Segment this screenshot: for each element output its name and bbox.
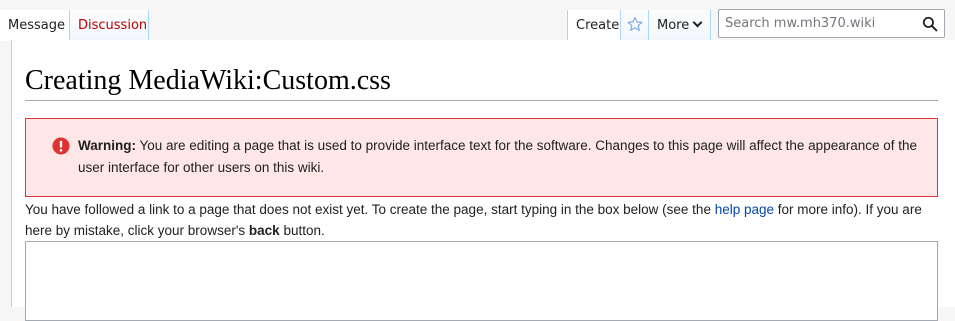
search-box [718,9,945,38]
star-icon [627,16,642,31]
magnifier-icon [922,16,938,31]
warning-text: Warning: You are editing a page that is … [78,135,918,179]
back-emphasis: back [248,223,280,238]
tab-message-label: Message [8,18,65,33]
more-menu-button[interactable]: More [649,10,711,41]
intro-text-3: button. [279,223,325,238]
chevron-down-icon [692,17,703,28]
warning-box: Warning: You are editing a page that is … [25,118,938,197]
tab-message[interactable]: Message [0,10,70,41]
warning-message: You are editing a page that is used to p… [78,138,918,175]
tab-create[interactable]: Create [567,10,621,41]
tab-discussion[interactable]: Discussion [70,10,149,41]
intro-paragraph: You have followed a link to a page that … [25,199,950,241]
watch-star-button[interactable] [621,10,649,41]
warning-label: Warning: [78,138,136,153]
tab-discussion-label: Discussion [78,18,148,33]
error-icon [52,137,70,155]
intro-text-1: You have followed a link to a page that … [25,202,715,217]
search-button[interactable] [918,12,942,35]
tab-create-label: Create [576,18,620,33]
search-input[interactable] [719,10,909,37]
edit-textarea[interactable] [25,241,938,321]
top-tab-bar: Message Discussion Create More [0,0,955,41]
title-divider [25,100,938,101]
help-page-link[interactable]: help page [715,202,774,217]
content-area: Creating MediaWiki:Custom.css Warning: Y… [11,40,955,321]
more-label: More [657,18,690,33]
page-title: Creating MediaWiki:Custom.css [25,65,391,96]
